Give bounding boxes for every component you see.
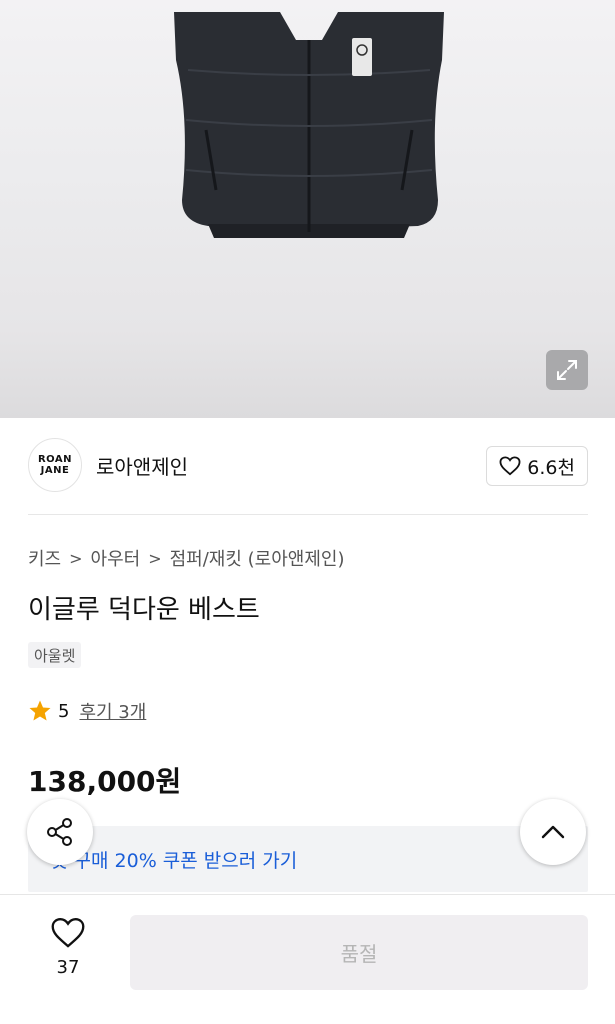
product-image[interactable] — [0, 0, 615, 418]
brand-like-count: 6.6천 — [527, 456, 575, 479]
expand-icon — [557, 360, 577, 380]
brand-name[interactable]: 로아앤제인 — [96, 451, 188, 480]
rating: 5 후기 3개 — [28, 698, 146, 724]
share-button[interactable] — [27, 799, 93, 865]
breadcrumb-item[interactable]: 아우터 — [91, 545, 141, 571]
wish-count: 37 — [56, 957, 80, 978]
breadcrumb: 키즈 > 아우터 > 점퍼/재킷 (로아앤제인) — [28, 545, 345, 571]
rating-score: 5 — [58, 700, 70, 722]
product-title: 이글루 덕다운 베스트 — [28, 595, 260, 625]
soldout-button[interactable]: 품절 — [130, 915, 588, 990]
brand-row[interactable]: ROAN JANE 로아앤제인 6.6천 — [28, 437, 588, 493]
product-price: 138,000원 — [28, 765, 182, 798]
heart-icon — [51, 918, 85, 948]
chevron-right-icon: > — [69, 548, 83, 568]
expand-image-button[interactable] — [546, 350, 588, 390]
scroll-top-button[interactable] — [520, 799, 586, 865]
brand-like-button[interactable]: 6.6천 — [486, 446, 588, 486]
brand-logo[interactable]: ROAN JANE — [28, 438, 82, 492]
breadcrumb-item[interactable]: 키즈 — [28, 545, 61, 571]
coupon-banner[interactable]: 첫 구매 20% 쿠폰 받으러 가기 › — [28, 826, 588, 892]
share-icon — [47, 818, 72, 846]
divider — [28, 514, 588, 515]
chevron-up-icon — [541, 825, 565, 839]
wish-button[interactable]: 37 — [40, 917, 96, 978]
bottom-bar: 37 품절 — [0, 894, 615, 1024]
star-icon — [29, 700, 51, 721]
vest-image — [174, 12, 444, 238]
heart-icon — [499, 456, 521, 476]
chevron-right-icon: > — [148, 548, 162, 568]
breadcrumb-item[interactable]: 점퍼/재킷 (로아앤제인) — [170, 545, 345, 571]
outlet-tag: 아울렛 — [28, 642, 82, 668]
brand-logo-line1: ROAN — [37, 454, 73, 465]
brand-logo-line2: JANE — [40, 465, 70, 476]
reviews-link[interactable]: 후기 3개 — [79, 698, 146, 724]
